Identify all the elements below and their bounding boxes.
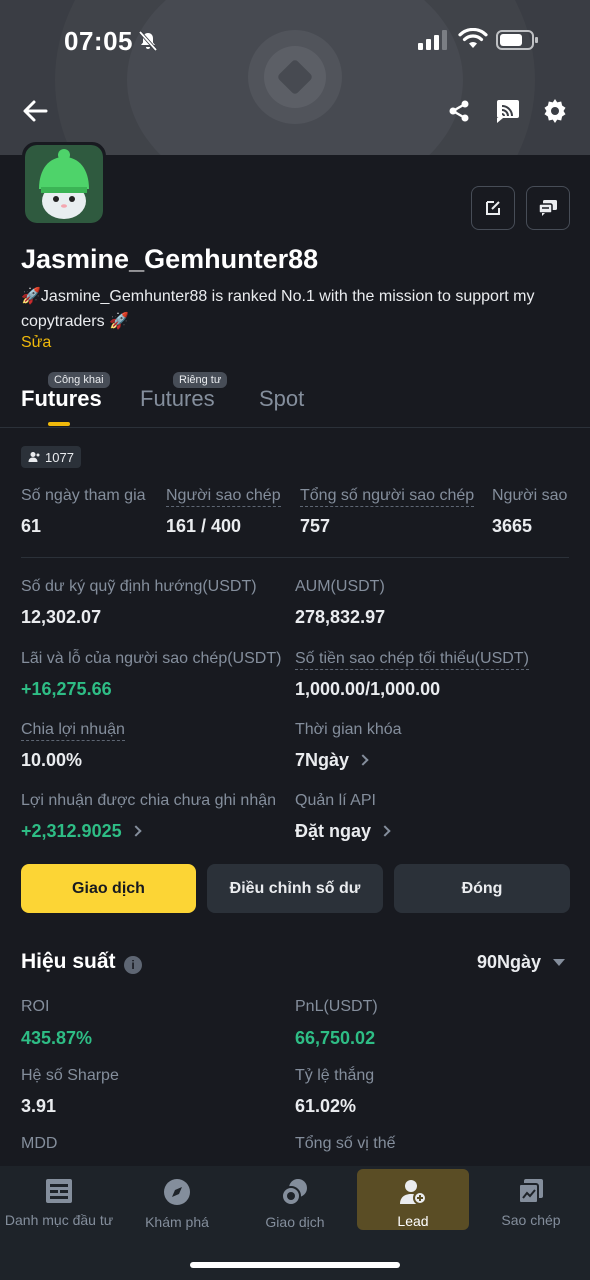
aum-value: 278,832.97 [295,607,386,627]
win-rate-value: 61.02% [295,1096,357,1116]
tab-futures-public[interactable]: Futures [21,386,102,412]
broadcast-icon[interactable] [493,96,523,126]
copier-pnl-value: +16,275.66 [21,679,112,699]
section-divider [21,557,569,558]
copy-trade-icon [518,1179,543,1204]
chat-icon [538,200,557,216]
chevron-right-icon [379,825,391,837]
tab-spot[interactable]: Spot [259,386,304,412]
nav-copy-trading-label: Sao chép [501,1212,561,1228]
back-arrow-icon[interactable] [20,96,50,126]
username: Jasmine_Gemhunter88 [21,244,319,274]
nav-copy-trading[interactable]: Sao chép [472,1166,590,1236]
nav-lead-label: Lead [397,1213,429,1229]
portfolio-icon [46,1179,72,1203]
min-copy-label[interactable]: Số tiền sao chép tối thiểu(USDT) [295,650,529,670]
nav-lead[interactable]: Lead [357,1169,469,1230]
stars-value: 3665 [492,516,533,536]
deposit-label: Số dư ký quỹ định hướng(USDT) [21,578,257,595]
nav-explore-label: Khám phá [145,1214,209,1230]
pnl-label: PnL(USDT) [295,998,378,1015]
total-copiers-label[interactable]: Tổng số người sao chép [300,487,475,507]
nav-explore[interactable]: Khám phá [118,1166,236,1236]
lock-period-value: 7Ngày [295,750,350,770]
copiers-label[interactable]: Người sao chép [166,487,281,507]
unrealized-profit-link[interactable]: +2,312.9025 [21,821,142,842]
avatar [22,142,106,226]
chevron-right-icon [129,825,142,837]
total-positions-label: Tổng số vị thế [295,1135,396,1152]
caret-down-icon[interactable] [553,959,565,966]
deposit-value: 12,302.07 [21,607,102,627]
tab-futures-private[interactable]: Futures [140,386,215,412]
nav-portfolio[interactable]: Danh mục đầu tư [0,1166,118,1236]
edit-icon [486,201,500,215]
status-bar: 07:05 [0,20,590,60]
roi-label: ROI [21,998,50,1015]
nav-portfolio-label: Danh mục đầu tư [4,1212,114,1228]
profit-share-value: 10.00% [21,750,83,770]
stars-label: Người sao [492,487,568,504]
chevron-right-icon [357,754,369,766]
info-icon[interactable]: i [124,956,142,974]
copier-pnl-label: Lãi và lỗ của người sao chép(USDT) [21,650,282,667]
followers-chip: 1077 [21,446,81,468]
sharpe-label: Hệ số Sharpe [21,1067,119,1084]
win-rate-label: Tỷ lệ thắng [295,1067,375,1084]
api-setup-value: Đặt ngay [295,821,372,841]
total-copiers-value: 757 [300,516,331,536]
home-indicator [190,1262,400,1268]
mdd-label: MDD [21,1135,58,1152]
trade-icon [281,1179,307,1206]
copiers-value: 161 / 400 [166,516,242,536]
message-button[interactable] [526,186,570,230]
lock-period-label: Thời gian khóa [295,721,402,738]
adjust-balance-button[interactable]: Điều chỉnh số dư [207,864,383,913]
days-joined-label: Số ngày tham gia [21,487,146,504]
unrealized-profit-value: +2,312.9025 [21,821,122,841]
profit-share-label[interactable]: Chia lợi nhuận [21,721,125,741]
edit-bio-link[interactable]: Sửa [21,334,51,352]
close-button[interactable]: Đóng [394,864,570,913]
lead-icon [400,1180,427,1205]
pnl-value: 66,750.02 [295,1028,376,1048]
user-icon [28,452,40,462]
aum-label: AUM(USDT) [295,578,385,595]
wifi-icon [458,28,488,48]
performance-title: Hiệu suất [21,950,116,973]
lock-period-link[interactable]: 7Ngày [295,750,369,771]
min-copy-value: 1,000.00/1,000.00 [295,679,441,699]
settings-gear-icon[interactable] [540,96,570,126]
nav-trade-label: Giao dịch [265,1214,325,1230]
trade-button[interactable]: Giao dịch [21,864,196,913]
nav-trade[interactable]: Giao dịch [236,1166,354,1236]
roi-value: 435.87% [21,1028,93,1048]
active-tab-indicator [48,422,70,426]
signal-icon [418,30,447,50]
status-time: 07:05 [64,26,133,56]
portfolio-tabs: Công khai Futures Riêng tư Futures Spot [0,366,590,428]
unrealized-profit-label: Lợi nhuận được chia chưa ghi nhận [21,792,277,809]
share-icon[interactable] [444,96,474,126]
followers-count: 1077 [45,449,74,465]
period-selector[interactable]: 90Ngày [477,952,541,973]
edit-profile-button[interactable] [471,186,515,230]
silent-bell-icon [138,30,158,52]
days-joined-value: 61 [21,516,42,536]
battery-icon [496,30,538,50]
api-setup-link[interactable]: Đặt ngay [295,821,391,842]
api-management-label: Quản lí API [295,792,376,809]
profile-bio: 🚀Jasmine_Gemhunter88 is ranked No.1 with… [21,288,535,330]
sharpe-value: 3.91 [21,1096,57,1116]
compass-icon [164,1179,190,1205]
